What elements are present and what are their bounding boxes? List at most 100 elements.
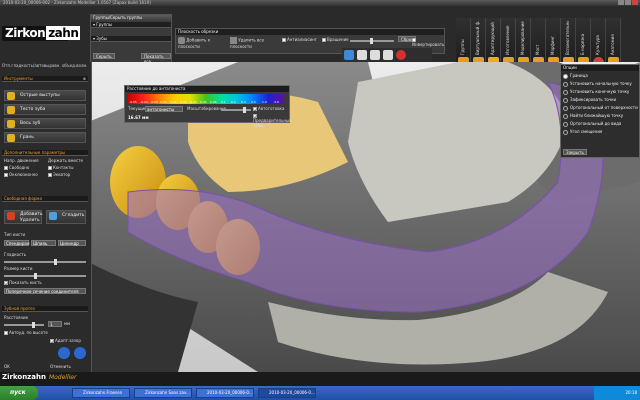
freeform-header[interactable]: Свободная форма — [2, 196, 88, 202]
distance-slider[interactable] — [4, 322, 44, 328]
camera-icon[interactable] — [370, 50, 380, 60]
tooth-dough-button[interactable]: Тесто зуба — [4, 104, 86, 115]
option-ortho-view[interactable]: Ортогональный до вида — [563, 121, 621, 127]
option-set-start[interactable]: Установить начальную точку — [563, 81, 632, 87]
tooth-dough-icon — [7, 106, 15, 114]
cancel-button[interactable]: Отменить — [50, 364, 71, 369]
taskbar-item[interactable]: Zirkonzahn Sans zav... — [134, 388, 192, 398]
option-offset-angle[interactable]: Угол смещения — [563, 129, 602, 135]
zirkonzahn-logo: Zirkon zahn — [2, 26, 81, 41]
smooth-button[interactable]: Сгладить — [46, 210, 86, 224]
sharp-cusps-icon — [7, 92, 15, 100]
brush-spike-option[interactable]: Шпиль — [31, 240, 56, 246]
option-nearest-point[interactable]: Найти ближайшую точку — [563, 113, 623, 119]
close-window-button[interactable] — [632, 0, 638, 5]
occlusal-toggle[interactable]: Окклюзионно — [4, 172, 38, 177]
antagonist-select[interactable]: антагонисты — [145, 106, 183, 112]
taskbar: пуск Zirkonzahn.Fraesen Zirkonzahn Sans … — [0, 386, 640, 400]
brush-size-label: Размер кисти — [4, 266, 33, 271]
app-window: 2010-03-20_00006-002 - Zirkonzahn.Modell… — [0, 0, 640, 400]
minimize-button[interactable] — [618, 0, 624, 5]
close-options-button[interactable]: Закрыть — [563, 149, 587, 155]
option-set-end[interactable]: Установить конечную точку — [563, 89, 629, 95]
groups-panel: Группы/Скрыть группы ▾ Группы ▾ Зубы Скр… — [90, 14, 172, 64]
options-panel: Опции Граница Установить начальную точку… — [560, 64, 640, 158]
tools-section-header[interactable]: Инструменты ⊗ — [2, 76, 88, 82]
ok-button[interactable]: OK — [4, 364, 10, 369]
smoothness-label: Гладкость — [4, 252, 26, 257]
option-ortho-surface[interactable]: Ортогональный от поверхности — [563, 105, 638, 111]
current-select-label: Текущие — [128, 106, 147, 111]
antialias-toggle[interactable]: Антиалиасинг — [282, 37, 317, 42]
distance-label: Расстояние — [4, 315, 29, 320]
facet-button[interactable]: Грань — [4, 132, 86, 143]
antagonist-distance-panel: Расстояние до антагониста -0.05 -0.04 -0… — [124, 85, 292, 128]
delete-plane-icon — [230, 37, 237, 44]
groups-row[interactable]: ▾ Группы — [91, 22, 171, 28]
hold-together-label: Держать вместе — [48, 158, 83, 163]
contacts-toggle[interactable]: Контакты — [48, 165, 74, 170]
delete-planes-button[interactable]: Удалить все плоскости — [230, 37, 278, 49]
distance-panel-title: Расстояние до антагониста — [125, 86, 289, 92]
autoready-toggle[interactable]: Автоготовка — [253, 106, 284, 111]
cross-section-select[interactable]: Поперечное сечение соединителя — [4, 288, 86, 294]
app-header: Zirkon zahn Группы/Скрыть группы ▾ Группы… — [0, 6, 640, 70]
equator-toggle[interactable]: Экватор — [48, 172, 70, 177]
left-panel-header: Отп.гладкость/автовыравн. объед.возм. — [2, 63, 88, 68]
footer-brand: Zirkonzahn Modellier — [2, 373, 77, 381]
distance-input[interactable]: 1 — [48, 321, 62, 327]
clock: 20:18 — [625, 390, 637, 395]
whole-tooth-button[interactable]: Весь зуб — [4, 118, 86, 129]
undo-icon[interactable] — [58, 347, 70, 359]
extra-params-header[interactable]: Дополнительные параметры — [2, 150, 88, 156]
show-brush-toggle[interactable]: Показать кисть — [4, 280, 42, 285]
window-title: 2010-03-20_00006-002 - Zirkonzahn.Modell… — [3, 0, 151, 5]
left-tool-panel: Отп.гладкость/автовыравн. объед.возм. Ин… — [0, 62, 92, 372]
move-icon[interactable] — [357, 50, 367, 60]
move-direction-label: Напр. движения — [4, 158, 39, 163]
brush-type-label: Тип кисти — [4, 232, 26, 237]
photo-icon[interactable] — [383, 50, 393, 60]
system-tray: 20:18 — [594, 386, 640, 400]
hide-button[interactable]: Скрыть — [93, 53, 115, 59]
show-all-button[interactable]: Показать все — [141, 53, 171, 64]
brush-cylinder-option[interactable]: Цилиндр — [58, 240, 86, 246]
redo-icon[interactable] — [74, 347, 86, 359]
start-button[interactable]: пуск — [0, 386, 38, 400]
auto-remove-toggle[interactable]: Автоуд. по высоте — [4, 330, 48, 335]
option-boundary[interactable]: Граница — [563, 73, 588, 79]
add-plane-icon — [178, 37, 185, 44]
clip-slider[interactable] — [350, 38, 394, 44]
add-remove-button[interactable]: Добавить Удалить — [4, 210, 43, 224]
option-fix-points[interactable]: Зафиксировать точки — [563, 97, 616, 103]
tooth-prosthesis-header[interactable]: Зубной протез — [2, 306, 88, 312]
preliminary-teeth-toggle[interactable]: Предварительные зубы — [253, 113, 292, 128]
brush-size-slider[interactable] — [4, 273, 86, 279]
bottom-brand-bar: Zirkonzahn Modellier — [0, 372, 640, 386]
distance-colorbar: -0.05 -0.04 -0.03 0.00 0.01 0.02 0.03 0.… — [128, 94, 284, 104]
facet-icon — [7, 134, 15, 142]
distance-value: 16.67 мм — [128, 115, 149, 120]
smoothness-slider[interactable] — [4, 259, 86, 265]
apply-gap-button[interactable]: Адапт.зазор — [50, 338, 81, 343]
maximize-button[interactable] — [625, 0, 631, 5]
taskbar-item-active[interactable]: 2010-03-20_00006-0... — [258, 388, 316, 398]
power-icon[interactable] — [396, 50, 406, 60]
sharp-cusps-button[interactable]: Острые выступы — [4, 90, 86, 101]
clip-panel-title: Плоскость обрезки — [176, 29, 444, 35]
invert-toggle[interactable]: Инвертировать — [412, 37, 444, 47]
add-plane-button[interactable]: Добавить к плоскости — [178, 37, 226, 49]
teeth-row[interactable]: ▾ Зубы — [91, 36, 171, 42]
smooth-icon — [49, 212, 57, 220]
free-toggle[interactable]: Свободно — [4, 165, 29, 170]
taskbar-item[interactable]: Zirkonzahn.Fraesen — [72, 388, 130, 398]
whole-tooth-icon — [7, 120, 15, 128]
distance-unit: мм — [64, 321, 71, 326]
scale-slider[interactable] — [221, 107, 251, 113]
taskbar-item[interactable]: 2010-03-20_00006-0... — [196, 388, 254, 398]
brush-sphere-option[interactable]: Спендиран — [4, 240, 29, 246]
save-icon[interactable] — [344, 50, 354, 60]
view-toolbar — [342, 48, 432, 62]
rotate-toggle[interactable]: Вращение — [322, 37, 349, 42]
groups-panel-title: Группы/Скрыть группы — [91, 15, 171, 21]
